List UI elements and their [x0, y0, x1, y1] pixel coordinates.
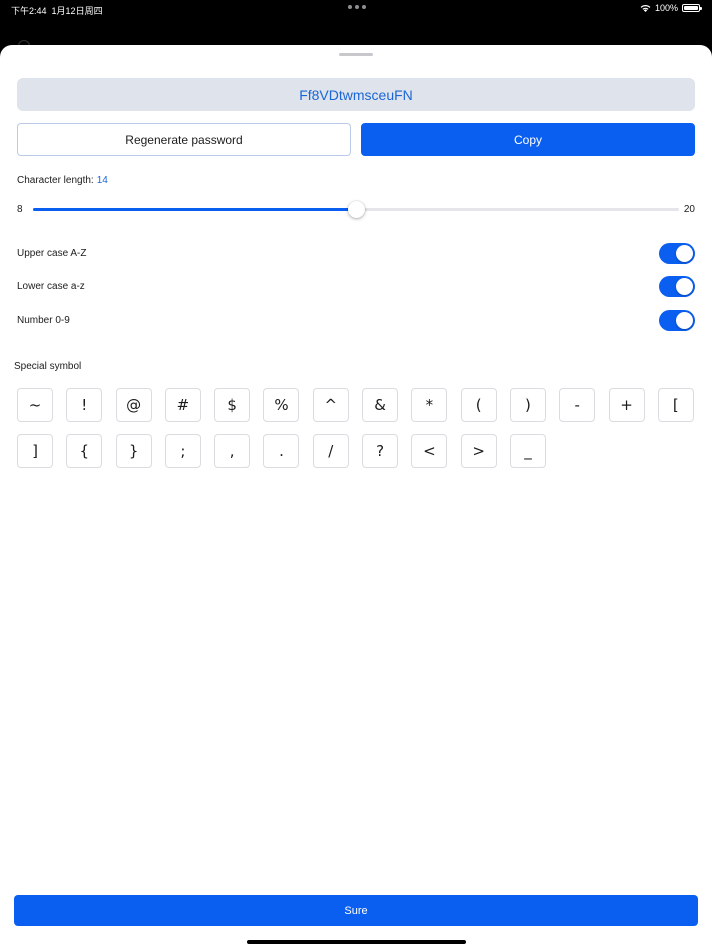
battery-icon [682, 4, 702, 12]
slider-min-label: 8 [17, 204, 23, 215]
toggle-numbers[interactable] [659, 309, 695, 331]
symbol-key[interactable]: ] [17, 434, 53, 468]
status-date: 1月12日周四 [51, 6, 103, 16]
special-symbol-label: Special symbol [14, 361, 82, 372]
generated-password-text: Ff8VDtwmsceuFN [299, 86, 413, 103]
option-row-lowercase: Lower case a-z [17, 274, 695, 298]
symbol-key[interactable]: % [263, 388, 300, 422]
status-bar: 下午2:44 1月12日周四 100% [0, 0, 712, 18]
symbol-key[interactable]: $ [214, 388, 251, 422]
symbol-key[interactable]: + [608, 388, 645, 422]
symbol-key[interactable]: [ [657, 388, 694, 422]
symbol-key[interactable]: # [164, 388, 201, 422]
symbol-key[interactable]: , [214, 434, 251, 468]
symbol-key[interactable]: - [559, 388, 596, 422]
toggle-uppercase[interactable] [659, 242, 695, 264]
multitasking-dots-icon[interactable] [348, 5, 366, 9]
option-row-uppercase: Upper case A-Z [17, 241, 695, 265]
symbol-key[interactable]: < [411, 434, 448, 468]
copy-button[interactable]: Copy [361, 123, 695, 156]
symbol-key[interactable]: } [115, 434, 152, 468]
symbol-key[interactable]: ^ [312, 388, 349, 422]
symbol-key[interactable]: * [411, 388, 448, 422]
symbol-key[interactable]: ( [460, 388, 497, 422]
symbol-key[interactable]: & [362, 388, 399, 422]
sheet-grabber[interactable] [339, 53, 373, 56]
sure-button[interactable]: Sure [14, 895, 698, 926]
option-row-numbers: Number 0-9 [17, 308, 695, 332]
symbol-key[interactable]: ? [362, 434, 399, 468]
symbol-key[interactable]: ) [509, 388, 546, 422]
symbol-key[interactable]: . [263, 434, 300, 468]
home-indicator [247, 940, 466, 944]
sure-label: Sure [344, 904, 368, 917]
option-label-lowercase: Lower case a-z [17, 280, 85, 292]
regenerate-password-label: Regenerate password [125, 132, 243, 147]
option-label-uppercase: Upper case A-Z [17, 247, 87, 259]
status-time: 下午2:44 1月12日周四 [11, 6, 103, 16]
slider-fill [33, 208, 356, 211]
wifi-icon [640, 4, 651, 12]
length-slider[interactable] [33, 201, 679, 218]
battery-percent: 100% [654, 3, 678, 13]
symbol-key[interactable]: ~ [17, 388, 53, 422]
symbol-key[interactable]: { [66, 434, 103, 468]
option-label-numbers: Number 0-9 [17, 314, 70, 326]
toggle-lowercase[interactable] [659, 275, 695, 297]
character-length-row: Character length: 14 [17, 175, 108, 186]
special-symbol-grid: ~! @ # $% ^ & * () - + [] {};,. /? < > _ [17, 388, 701, 468]
symbol-key[interactable]: / [312, 434, 349, 468]
copy-label: Copy [513, 132, 542, 147]
slider-thumb[interactable] [348, 201, 365, 218]
character-length-value: 14 [96, 175, 108, 186]
symbol-key[interactable]: _ [509, 434, 546, 468]
symbol-key[interactable]: @ [115, 388, 152, 422]
status-indicators: 100% [640, 3, 702, 13]
character-length-label: Character length: [17, 175, 94, 186]
password-generator-sheet: Ff8VDtwmsceuFN Regenerate password Copy … [0, 45, 712, 950]
generated-password-field[interactable]: Ff8VDtwmsceuFN [17, 78, 695, 111]
symbol-key[interactable]: ; [164, 434, 201, 468]
slider-max-label: 20 [683, 204, 695, 215]
symbol-key[interactable]: > [460, 434, 497, 468]
regenerate-password-button[interactable]: Regenerate password [17, 123, 351, 156]
symbol-key[interactable]: ! [66, 388, 103, 422]
